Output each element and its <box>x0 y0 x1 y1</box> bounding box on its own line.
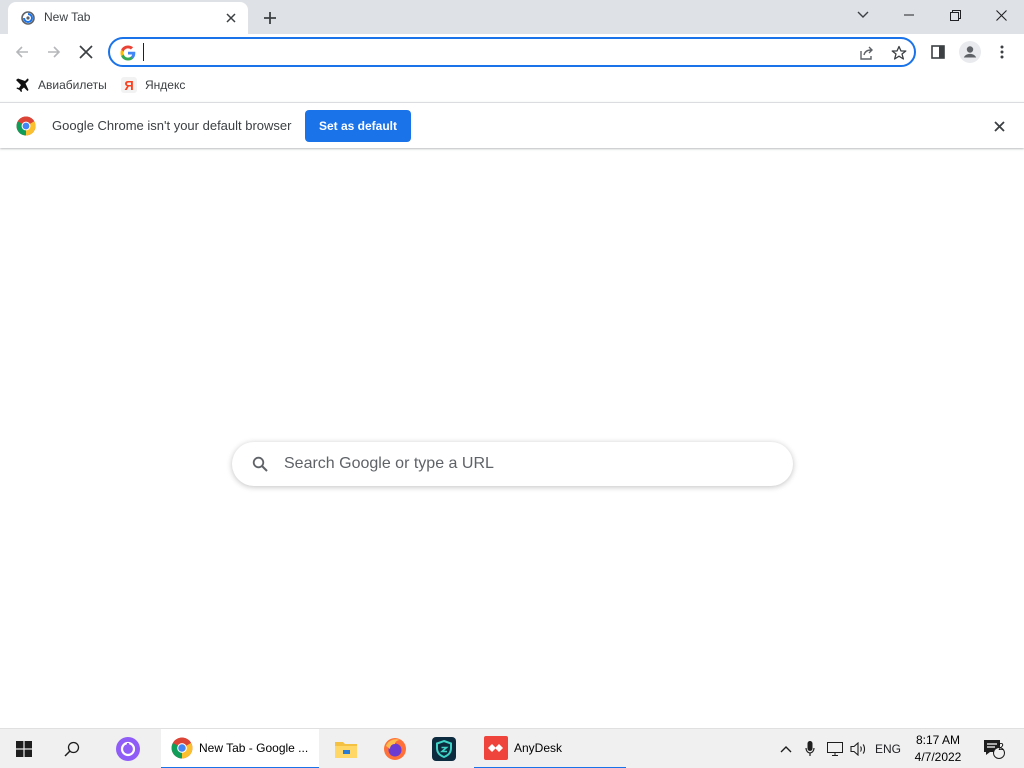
shield-app-icon <box>432 737 456 761</box>
airplane-icon <box>16 78 29 92</box>
share-icon <box>860 46 873 60</box>
chevron-down-icon <box>857 11 869 18</box>
close-icon <box>995 9 1007 21</box>
file-explorer-icon <box>335 742 357 758</box>
side-panel-icon <box>931 45 945 59</box>
minimize-button[interactable] <box>886 0 932 30</box>
forward-button[interactable] <box>40 38 68 66</box>
show-hidden-icons-button[interactable] <box>776 729 796 768</box>
chrome-logo-icon <box>16 116 36 136</box>
text-caret <box>143 43 144 61</box>
side-panel-button[interactable] <box>924 38 952 66</box>
taskbar-app-label: AnyDesk <box>514 741 563 755</box>
loading-spinner-icon <box>20 10 36 26</box>
address-bar[interactable] <box>108 37 916 67</box>
chrome-menu-button[interactable] <box>988 38 1016 66</box>
menu-icon <box>1000 45 1004 59</box>
svg-text:Я: Я <box>124 78 133 93</box>
close-window-button[interactable] <box>978 0 1024 30</box>
start-button[interactable] <box>0 729 48 768</box>
bookmark-star-button[interactable] <box>888 42 910 64</box>
browser-toolbar <box>0 34 1024 70</box>
clock-date: 4/7/2022 <box>914 750 962 764</box>
clock-time: 8:17 AM <box>915 733 961 747</box>
stop-loading-icon <box>79 45 93 59</box>
chevron-up-icon <box>780 746 792 753</box>
bookmarks-bar: Авиабилеты Я Яндекс <box>0 70 1024 100</box>
ntp-search-box[interactable] <box>232 442 793 486</box>
windows-logo-icon <box>16 741 32 757</box>
set-as-default-button[interactable]: Set as default <box>305 110 411 142</box>
search-button[interactable] <box>48 729 96 768</box>
infobar-close-icon[interactable] <box>990 117 1008 135</box>
taskbar-app-label: New Tab - Google ... <box>199 741 309 755</box>
chrome-icon <box>171 737 193 759</box>
notification-center-button[interactable]: 2 <box>980 729 1008 768</box>
bookmark-yandex[interactable]: Я Яндекс <box>121 76 185 94</box>
network-tray-icon[interactable] <box>824 729 846 768</box>
infobar-message: Google Chrome isn't your default browser <box>52 118 292 133</box>
profile-button[interactable] <box>956 38 984 66</box>
profile-icon <box>959 41 981 63</box>
search-icon <box>252 456 268 472</box>
bookmark-label: Авиабилеты <box>38 78 107 92</box>
back-button[interactable] <box>8 38 36 66</box>
tab-strip: New Tab <box>0 0 1024 34</box>
tab-close-icon[interactable] <box>222 9 240 27</box>
google-g-icon <box>120 45 136 61</box>
taskbar-app-shield[interactable] <box>420 729 468 768</box>
stop-loading-button[interactable] <box>72 38 100 66</box>
network-icon <box>827 742 843 756</box>
default-browser-infobar: Google Chrome isn't your default browser… <box>0 102 1024 148</box>
taskbar-clock[interactable]: 8:17 AM 4/7/2022 <box>906 732 970 766</box>
share-button[interactable] <box>856 42 878 64</box>
tab-title: New Tab <box>44 10 91 24</box>
omnibox-input[interactable] <box>142 43 842 61</box>
yandex-icon: Я <box>121 77 137 93</box>
alice-icon <box>116 737 140 761</box>
bookmark-aviabilety[interactable]: Авиабилеты <box>14 76 107 94</box>
forward-icon <box>48 46 61 58</box>
language-indicator[interactable]: ENG <box>872 729 904 768</box>
speaker-icon <box>850 742 866 756</box>
new-tab-button[interactable] <box>258 6 282 30</box>
restore-icon <box>949 9 961 21</box>
notification-count: 2 <box>998 742 1004 753</box>
browser-tab[interactable]: New Tab <box>8 2 248 34</box>
back-icon <box>15 46 28 58</box>
alice-assistant-button[interactable] <box>104 729 152 768</box>
ntp-search-input[interactable] <box>284 454 764 474</box>
anydesk-icon <box>484 736 508 760</box>
minimize-icon <box>904 14 914 16</box>
microphone-icon <box>805 741 815 756</box>
taskbar-app-firefox[interactable] <box>371 729 419 768</box>
bookmark-label: Яндекс <box>145 78 186 92</box>
taskbar-app-chrome[interactable]: New Tab - Google ... <box>161 729 319 768</box>
taskbar-app-file-explorer[interactable] <box>322 729 370 768</box>
windows-taskbar: New Tab - Google ... AnyDesk ENG 8:17 AM… <box>0 728 1024 768</box>
plus-icon <box>264 12 276 24</box>
search-icon <box>64 741 80 757</box>
bookmark-star-icon <box>891 45 907 60</box>
microphone-tray-icon[interactable] <box>800 729 820 768</box>
taskbar-app-anydesk[interactable]: AnyDesk <box>474 729 626 768</box>
tab-search-button[interactable] <box>840 0 886 30</box>
restore-button[interactable] <box>932 0 978 30</box>
firefox-icon <box>384 738 406 760</box>
volume-tray-icon[interactable] <box>848 729 870 768</box>
